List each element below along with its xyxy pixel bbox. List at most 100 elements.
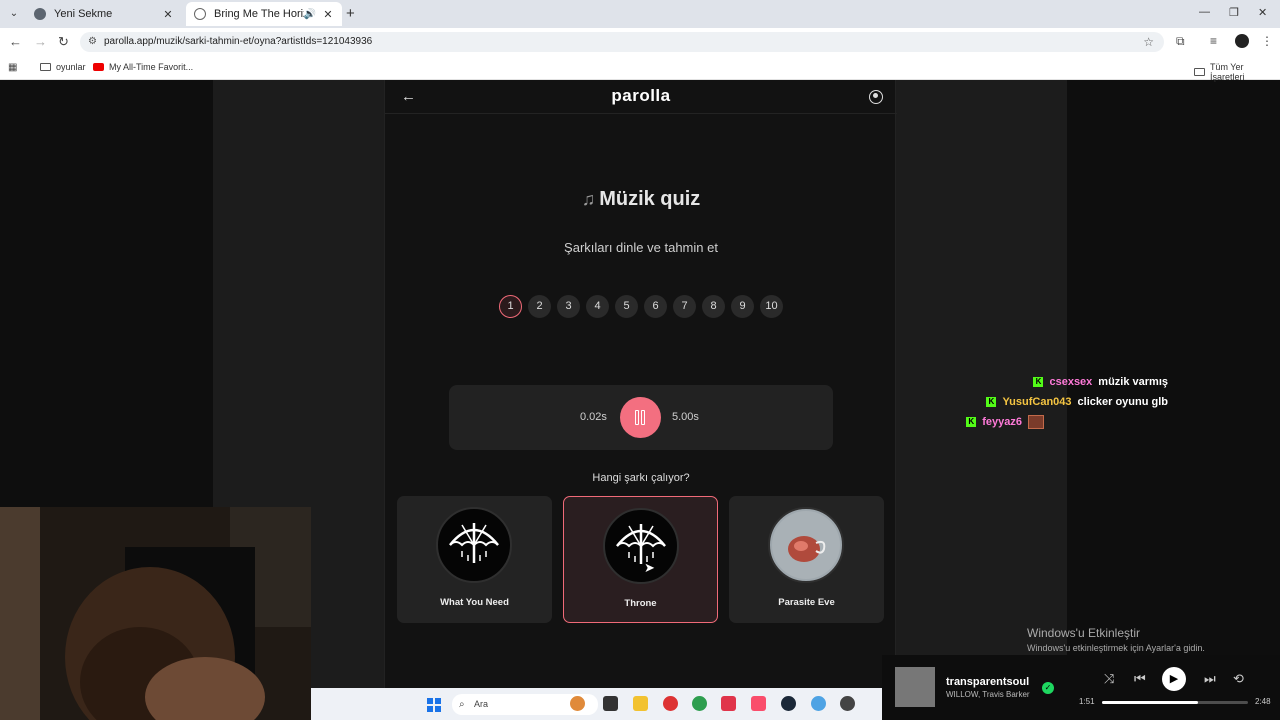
pause-button[interactable] — [620, 397, 661, 438]
bookmark-label: oyunlar — [56, 62, 86, 72]
bookmark-oyunlar[interactable]: oyunlar — [40, 62, 86, 72]
chat-username: feyyaz6 — [982, 416, 1022, 428]
profile-avatar[interactable] — [1235, 34, 1249, 48]
question-text: Hangi şarkı çalıyor? — [592, 472, 690, 484]
step-4[interactable]: 4 — [586, 295, 609, 318]
youtube-icon — [93, 63, 104, 71]
emote-icon — [1028, 415, 1044, 429]
back-icon[interactable]: ← — [9, 34, 22, 49]
quiz-app: ← parolla ♫ Müzik quiz Şarkıları dinle ve… — [384, 80, 897, 720]
answer-option-throne[interactable]: Throne — [563, 496, 718, 623]
url-text: parolla.app/muzik/sarki-tahmin-et/oyna?a… — [104, 36, 373, 47]
audio-player: 0.02s 5.00s — [449, 385, 833, 450]
spotify-mini-player: transparentsoul WILLOW, Travis Barker ✓ … — [882, 655, 1280, 720]
app-logo[interactable]: parolla — [385, 86, 897, 106]
close-window-icon[interactable]: ✕ — [1258, 6, 1267, 19]
chrome-taskbar-icon[interactable] — [692, 696, 707, 711]
steam-icon[interactable] — [781, 696, 796, 711]
file-explorer-icon[interactable] — [633, 696, 648, 711]
chrome-icon — [34, 8, 46, 20]
option-label: What You Need — [440, 597, 509, 608]
kick-badge-icon: K — [966, 417, 977, 427]
bookmark-favorites[interactable]: My All-Time Favorit... — [93, 62, 193, 72]
chat-username: csexsex — [1049, 376, 1093, 388]
option-label: Throne — [624, 598, 657, 609]
step-2[interactable]: 2 — [528, 295, 551, 318]
step-10[interactable]: 10 — [760, 295, 783, 318]
step-6[interactable]: 6 — [644, 295, 667, 318]
tab-search-icon[interactable]: ⌄ — [6, 6, 22, 22]
menu-icon[interactable]: ⋮ — [1261, 34, 1273, 48]
album-cover — [768, 507, 844, 583]
chat-username: YusufCan043 — [1002, 396, 1072, 408]
music-app-icon[interactable] — [751, 696, 766, 711]
step-5[interactable]: 5 — [615, 295, 638, 318]
answer-option-parasite-eve[interactable]: Parasite Eve — [729, 496, 884, 623]
restore-icon[interactable]: ❐ — [1229, 6, 1239, 19]
close-tab-icon[interactable]: ✕ — [322, 8, 334, 21]
tab-title: Yeni Sekme — [54, 8, 113, 20]
repeat-icon[interactable]: ⟲ — [1233, 671, 1244, 687]
bookmark-star-icon[interactable]: ☆ — [1143, 32, 1154, 52]
total-time: 2:48 — [1255, 697, 1271, 706]
kick-badge-icon: K — [1033, 377, 1044, 387]
widget-icon[interactable] — [570, 696, 585, 711]
option-label: Parasite Eve — [778, 597, 835, 608]
next-icon[interactable]: ⏭ — [1204, 671, 1216, 687]
activation-title: Windows'u Etkinleştir — [1027, 626, 1140, 640]
new-tab-button[interactable]: + — [346, 5, 355, 22]
flash-app-icon[interactable] — [721, 696, 736, 711]
kick-badge-icon: K — [986, 397, 997, 407]
mouse-cursor-icon: ➤ — [644, 560, 655, 575]
album-cover — [436, 507, 512, 583]
user-icon[interactable] — [869, 90, 883, 104]
browser-tabbar: ⌄ Yeni Sekme ✕ Bring Me The Horizon şark… — [0, 0, 1280, 28]
media-controls-icon[interactable]: ≡ — [1210, 34, 1217, 48]
minimize-icon[interactable]: — — [1199, 6, 1210, 18]
site-info-icon[interactable]: ⚙ — [88, 32, 97, 52]
chat-message: K csexsex müzik varmış — [1033, 376, 1168, 388]
album-art — [895, 667, 935, 707]
extensions-icon[interactable]: ⧉ — [1176, 34, 1185, 49]
audio-playing-icon[interactable]: 🔊 — [304, 9, 316, 20]
chrome-active-icon[interactable] — [811, 696, 826, 711]
chat-text: clicker oyunu glb — [1077, 396, 1168, 408]
play-button[interactable]: ▶ — [1162, 667, 1186, 691]
progress-fill — [1102, 701, 1199, 704]
chat-message: K feyyaz6 — [966, 415, 1044, 429]
search-icon: ⌕ — [459, 699, 465, 710]
step-8[interactable]: 8 — [702, 295, 725, 318]
close-tab-icon[interactable]: ✕ — [162, 8, 174, 21]
task-view-icon[interactable] — [603, 696, 618, 711]
address-bar[interactable]: ⚙ parolla.app/muzik/sarki-tahmin-et/oyna… — [80, 32, 1164, 52]
progress-bar[interactable] — [1102, 701, 1248, 704]
saved-check-icon[interactable]: ✓ — [1042, 682, 1054, 694]
step-7[interactable]: 7 — [673, 295, 696, 318]
answer-option-what-you-need[interactable]: What You Need — [397, 496, 552, 623]
windows-activation-watermark: Windows'u Etkinleştir Windows'u etkinleş… — [1027, 626, 1205, 653]
folder-icon — [40, 63, 51, 71]
app-header: ← parolla — [385, 80, 897, 114]
bookmark-label: My All-Time Favorit... — [109, 62, 194, 72]
app-icon-red[interactable] — [663, 696, 678, 711]
activation-subtitle: Windows'u etkinleştirmek için Ayarlar'a … — [1027, 643, 1205, 653]
forward-icon[interactable]: → — [34, 34, 47, 49]
shuffle-icon[interactable]: ⤨ — [1104, 671, 1114, 687]
obs-icon[interactable] — [840, 696, 855, 711]
all-bookmarks[interactable]: Tüm Yer İşaretleri — [1194, 62, 1280, 82]
elapsed-time: 1:51 — [1079, 697, 1095, 706]
tab-new-tab[interactable]: Yeni Sekme ✕ — [26, 2, 182, 26]
music-note-icon: ♫ — [581, 189, 596, 209]
apps-grid-icon[interactable]: ▦ — [8, 62, 17, 73]
tab-parolla[interactable]: Bring Me The Horizon şarkı 🔊 ✕ — [186, 2, 342, 26]
reload-icon[interactable]: ↻ — [58, 34, 69, 50]
duration-time: 5.00s — [672, 411, 699, 423]
tab-title: Bring Me The Horizon şarkı — [214, 8, 304, 20]
step-1[interactable]: 1 — [499, 295, 522, 318]
chat-text: müzik varmış — [1098, 376, 1168, 388]
previous-icon[interactable]: ⏮ — [1134, 671, 1146, 687]
step-9[interactable]: 9 — [731, 295, 754, 318]
umbrella-icon — [616, 524, 666, 564]
windows-start-icon[interactable] — [427, 698, 441, 712]
step-3[interactable]: 3 — [557, 295, 580, 318]
